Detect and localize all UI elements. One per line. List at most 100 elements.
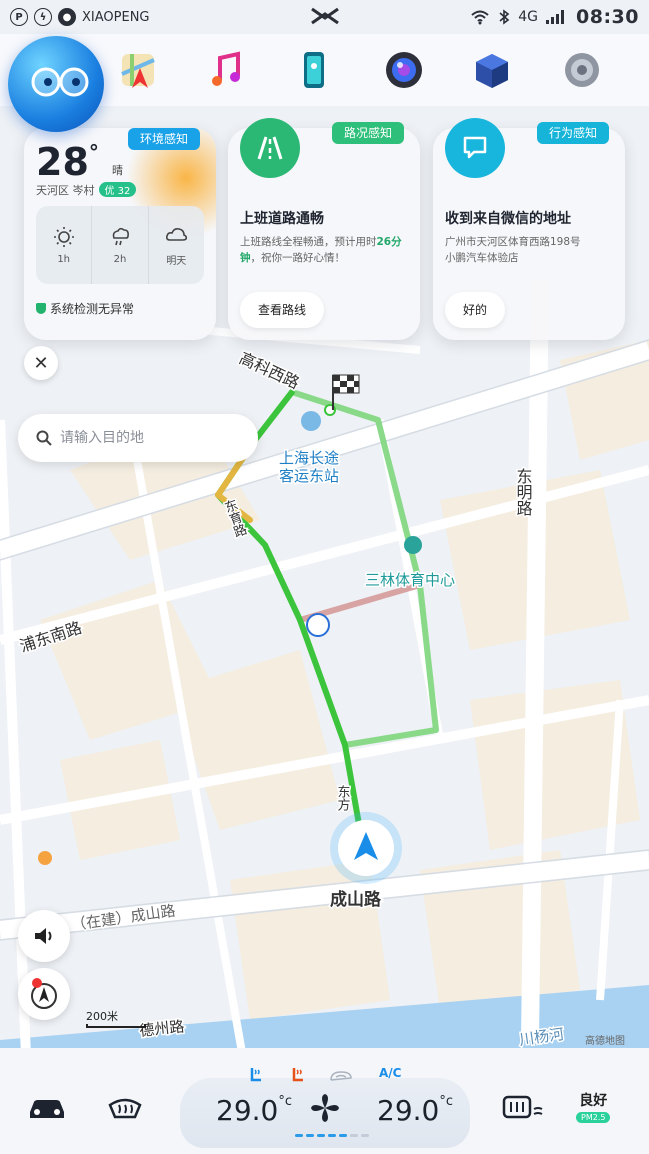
environment-tag: 环境感知	[127, 128, 200, 150]
forecast-2h-label: 2h	[113, 253, 127, 265]
traffic-body-suffix: ，祝你一路好心情！	[250, 252, 346, 264]
right-temperature[interactable]: 29.0°c	[377, 1094, 453, 1127]
air-quality-label: 良好	[579, 1093, 608, 1109]
forecast-panel: 1h 2h 明天	[36, 206, 204, 284]
volume-button[interactable]	[18, 910, 70, 962]
maps-icon[interactable]	[116, 48, 160, 92]
map-label-bottom-road: 东方	[336, 785, 351, 812]
map-label-changtu-2: 客运东站	[279, 468, 339, 485]
fan-speed-indicator	[295, 1134, 369, 1137]
traffic-card[interactable]: 路况感知 上班道路通畅 上班路线全程畅通，预计用时26分钟，祝你一路好心情！ 查…	[228, 118, 420, 340]
fan-speed-segment	[317, 1134, 325, 1137]
car-button[interactable]	[24, 1088, 70, 1128]
search-box[interactable]	[18, 414, 258, 462]
wifi-icon	[471, 10, 489, 25]
fan-speed-segment	[339, 1134, 347, 1137]
left-temperature[interactable]: 29.0°c	[216, 1094, 292, 1127]
close-icon: ✕	[33, 352, 49, 374]
map-label-dongming: 东明路	[514, 468, 533, 516]
car-icon	[30, 1100, 64, 1118]
traffic-tag: 路况感知	[331, 122, 404, 144]
fan-speed-segment	[361, 1134, 369, 1137]
search-icon	[36, 430, 52, 446]
speaker-icon	[35, 928, 52, 944]
temperature-value: 28	[36, 140, 89, 184]
voice-assistant-avatar[interactable]	[8, 36, 104, 132]
forecast-tomorrow-label: 明天	[166, 255, 187, 267]
air-recirculation-icon[interactable]	[328, 1066, 354, 1086]
view-route-button[interactable]: 查看路线	[240, 292, 325, 328]
fan-speed-segment	[295, 1134, 303, 1137]
rear-defrost-icon	[502, 1095, 543, 1119]
behavior-card[interactable]: 行为感知 收到来自微信的地址 广州市天河区体育西路198号 小鹏汽车体验店 好的	[433, 118, 625, 340]
fan-speed-segment	[328, 1134, 336, 1137]
ok-button[interactable]: 好的	[445, 292, 506, 328]
road-icon	[240, 118, 300, 178]
forecast-2h: 2h	[92, 206, 149, 284]
traffic-body: 上班路线全程畅通，预计用时26分钟，祝你一路好心情！	[240, 234, 404, 266]
location-text: 天河区 岑村	[36, 184, 95, 197]
behavior-body: 广州市天河区体育西路198号 小鹏汽车体验店	[445, 234, 609, 266]
front-defrost-icon	[108, 1098, 142, 1119]
map-label-changtu-1: 上海长途	[279, 450, 339, 467]
left-temperature-value: 29.0	[216, 1094, 279, 1127]
air-quality[interactable]: 良好 PM2.5	[576, 1090, 611, 1123]
map-label-sanlin: 三林体育中心	[365, 572, 455, 589]
compass-button[interactable]	[18, 968, 70, 1020]
ac-toggle[interactable]: A/C	[379, 1066, 401, 1080]
compass-icon	[31, 978, 57, 1009]
fan-button[interactable]	[302, 1088, 348, 1128]
right-temperature-unit: °c	[439, 1094, 453, 1109]
network-label: 4G	[518, 9, 539, 25]
right-temperature-value: 29.0	[377, 1094, 440, 1127]
bluetooth-icon	[499, 9, 510, 25]
close-button[interactable]: ✕	[24, 346, 58, 380]
map-scale: 200米	[86, 1010, 118, 1023]
vehicle-position-icon	[330, 812, 402, 884]
clock: 08:30	[576, 6, 639, 28]
signal-icon	[546, 10, 565, 24]
behavior-address: 广州市天河区体育西路198号	[445, 236, 581, 248]
map-watermark: 高德地图	[585, 1036, 625, 1047]
profile-icon[interactable]: ●	[58, 8, 76, 26]
temperature: 28°	[36, 140, 99, 184]
poi-marker-icon	[38, 851, 52, 865]
status-bar: P ϟ ● XIAOPENG 4G 08:30	[0, 0, 649, 34]
seat-heat-right-icon[interactable]	[290, 1066, 306, 1086]
message-icon	[445, 118, 505, 178]
bus-station-icon	[301, 411, 321, 431]
search-input[interactable]	[60, 430, 240, 446]
power-icon: ϟ	[34, 8, 52, 26]
camera-icon[interactable]	[382, 48, 426, 92]
seat-heat-left-icon[interactable]	[248, 1066, 264, 1086]
fan-speed-segment	[350, 1134, 358, 1137]
behavior-place: 小鹏汽车体验店	[445, 252, 519, 264]
environment-card[interactable]: 环境感知 28° 晴 天河区 岑村优 32 1h 2h 明天 系统检测无异常	[24, 128, 216, 340]
brand-label: XIAOPENG	[82, 9, 150, 25]
left-temperature-unit: °c	[278, 1094, 292, 1109]
rain-icon	[112, 227, 129, 245]
aqi-badge: 优 32	[98, 182, 137, 197]
location: 天河区 岑村优 32	[36, 182, 137, 198]
front-defrost-button[interactable]	[102, 1088, 148, 1128]
system-status-text: 系统检测无异常	[50, 302, 135, 316]
pm25-badge: PM2.5	[576, 1112, 611, 1123]
walmart-icon	[306, 613, 330, 637]
traffic-title: 上班道路通畅	[240, 211, 324, 227]
apps-cube-icon[interactable]	[470, 48, 514, 92]
traffic-body-prefix: 上班路线全程畅通，预计用时	[240, 236, 377, 248]
music-icon[interactable]	[204, 48, 248, 92]
stadium-icon	[404, 536, 422, 554]
settings-icon[interactable]	[560, 48, 604, 92]
shield-icon	[36, 303, 46, 314]
fan-speed-segment	[306, 1134, 314, 1137]
phone-icon[interactable]	[292, 48, 336, 92]
fan-icon	[311, 1094, 339, 1122]
cloud-icon	[166, 227, 188, 241]
rear-defrost-button[interactable]	[500, 1088, 546, 1128]
assistant-glasses-icon	[31, 67, 89, 97]
weather-condition: 晴	[112, 164, 123, 177]
parking-icon: P	[10, 8, 28, 26]
map-label-chengshan: 成山路	[330, 889, 382, 909]
forecast-tomorrow: 明天	[149, 206, 204, 284]
